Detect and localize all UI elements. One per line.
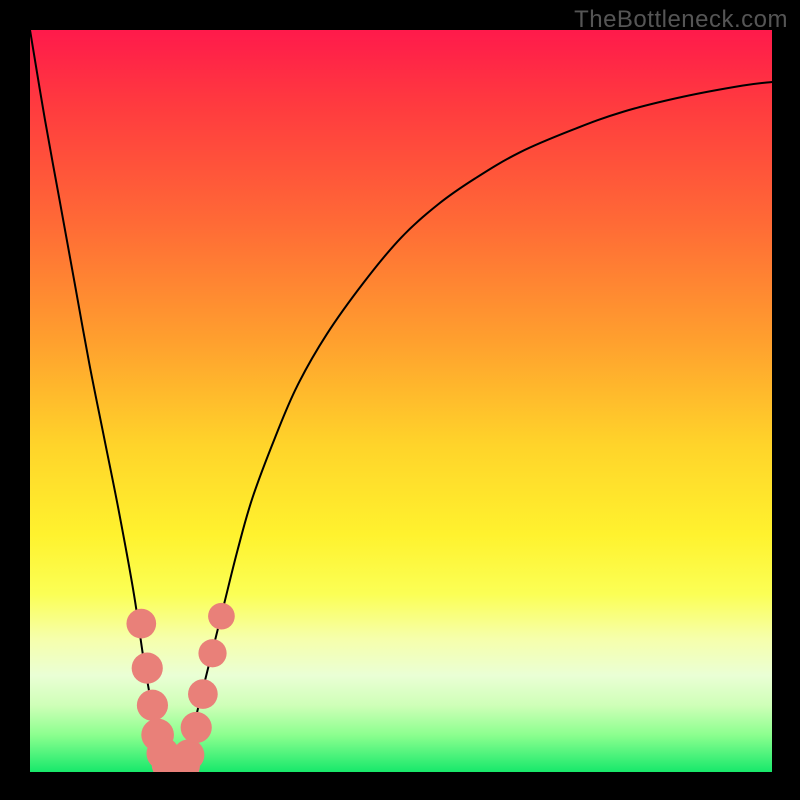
highlight-marker bbox=[137, 690, 168, 721]
highlight-marker bbox=[132, 653, 163, 684]
highlight-marker bbox=[173, 739, 204, 770]
watermark-text: TheBottleneck.com bbox=[574, 6, 788, 34]
highlight-marker bbox=[188, 679, 218, 709]
plot-area bbox=[30, 30, 772, 772]
highlight-marker bbox=[181, 712, 212, 743]
highlight-marker bbox=[208, 603, 235, 630]
highlight-marker bbox=[126, 609, 156, 639]
highlight-marker bbox=[198, 639, 226, 667]
chart-frame: TheBottleneck.com bbox=[0, 0, 800, 800]
chart-svg bbox=[30, 30, 772, 772]
